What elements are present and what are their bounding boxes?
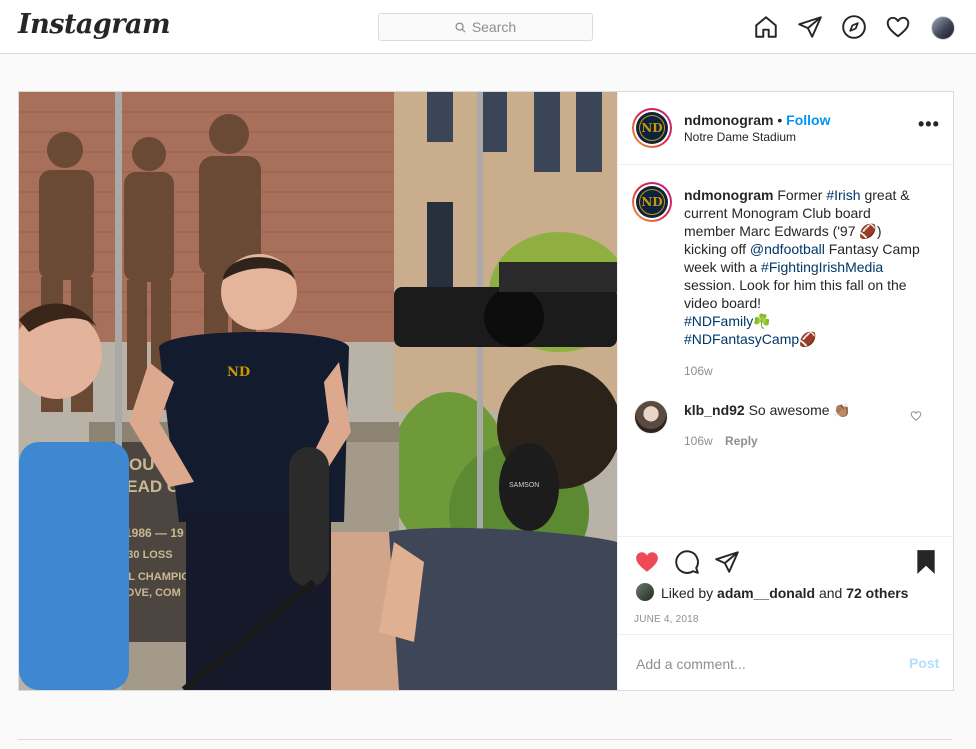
caption-author-avatar[interactable]: ND bbox=[632, 182, 672, 222]
author-avatar[interactable]: ND bbox=[632, 108, 672, 148]
hashtag-link[interactable]: #NDFantasyCamp bbox=[684, 331, 799, 347]
caption-text: ☘️ bbox=[753, 313, 771, 329]
comment-timestamp[interactable]: 106w bbox=[684, 434, 713, 448]
comment-meta: 106w Reply bbox=[684, 434, 758, 448]
headphone-text: SAMSON bbox=[509, 482, 539, 489]
follow-button[interactable]: Follow bbox=[786, 112, 830, 128]
direct-icon[interactable] bbox=[797, 14, 823, 40]
comment-input[interactable] bbox=[634, 653, 888, 675]
nd-monogram-logo: ND bbox=[636, 112, 668, 144]
comment-username[interactable]: klb_nd92 bbox=[684, 402, 745, 418]
author-username[interactable]: ndmonogram bbox=[684, 112, 773, 128]
caption-username[interactable]: ndmonogram bbox=[684, 187, 773, 203]
post-card: OU HO HEAD COA 1986 — 19 100 W S, 30 LOS… bbox=[18, 91, 954, 691]
saved-bookmark-icon[interactable] bbox=[914, 549, 938, 575]
likes-summary: Liked by adam__donald and 72 others bbox=[661, 585, 908, 601]
comment: klb_nd92 So awesome 👏🏽 bbox=[684, 402, 851, 419]
svg-text:ND: ND bbox=[227, 365, 250, 380]
top-navigation-bar: Instagram Search bbox=[0, 0, 976, 54]
search-icon bbox=[455, 21, 466, 33]
add-comment-section: Post bbox=[618, 634, 953, 690]
comment-icon[interactable] bbox=[674, 549, 700, 575]
likes-prefix: Liked by bbox=[661, 585, 718, 601]
liker-avatar[interactable] bbox=[636, 583, 654, 601]
footer-divider bbox=[18, 739, 952, 740]
share-icon[interactable] bbox=[714, 549, 740, 575]
header-line: ndmonogram • Follow bbox=[684, 112, 830, 128]
reply-button[interactable]: Reply bbox=[725, 434, 758, 448]
mention-link[interactable]: @ndfootball bbox=[750, 241, 825, 257]
post-side-panel: ND ndmonogram • Follow Notre Dame Stadiu… bbox=[617, 92, 953, 690]
liker-username[interactable]: adam__donald bbox=[717, 585, 815, 601]
likes-middle: and bbox=[815, 585, 847, 601]
caption-text: 🏈 bbox=[799, 331, 817, 347]
post-image: OU HO HEAD COA 1986 — 19 100 W S, 30 LOS… bbox=[19, 92, 617, 690]
post-header: ND ndmonogram • Follow Notre Dame Stadiu… bbox=[618, 92, 953, 165]
instagram-logo[interactable]: Instagram bbox=[18, 9, 171, 40]
post-comment-button[interactable]: Post bbox=[909, 655, 939, 671]
post-actions: Liked by adam__donald and 72 others JUNE… bbox=[618, 536, 953, 635]
caption-timestamp[interactable]: 106w bbox=[684, 364, 713, 378]
plaque-text-3: 1986 — 19 bbox=[125, 526, 184, 540]
profile-avatar[interactable] bbox=[931, 16, 955, 40]
others-link[interactable]: 72 others bbox=[846, 585, 908, 601]
hashtag-link[interactable]: #NDFamily bbox=[684, 313, 753, 329]
home-icon[interactable] bbox=[753, 14, 779, 40]
liked-heart-icon[interactable] bbox=[634, 549, 660, 575]
header-separator: • bbox=[773, 112, 787, 128]
post-caption: ndmonogram Former #Irish great & current… bbox=[684, 186, 924, 348]
caption-text: session. Look for him this fall on the v… bbox=[684, 277, 907, 311]
post-photo[interactable]: OU HO HEAD COA 1986 — 19 100 W S, 30 LOS… bbox=[19, 92, 617, 690]
like-comment-heart-icon[interactable] bbox=[910, 410, 922, 422]
comment-text: So awesome 👏🏽 bbox=[744, 402, 851, 418]
hashtag-link[interactable]: #Irish bbox=[826, 187, 860, 203]
post-date[interactable]: JUNE 4, 2018 bbox=[634, 614, 699, 625]
explore-icon[interactable] bbox=[841, 14, 867, 40]
caption-text: Former bbox=[773, 187, 827, 203]
post-location[interactable]: Notre Dame Stadium bbox=[684, 130, 796, 144]
more-options-icon[interactable]: ••• bbox=[918, 114, 940, 135]
hashtag-link[interactable]: #FightingIrishMedia bbox=[761, 259, 883, 275]
search-input[interactable]: Search bbox=[378, 13, 593, 41]
commenter-avatar[interactable] bbox=[634, 400, 668, 434]
activity-heart-icon[interactable] bbox=[885, 14, 911, 40]
comments-section: ND ndmonogram Former #Irish great & curr… bbox=[618, 164, 953, 536]
search-placeholder: Search bbox=[471, 19, 517, 35]
nd-monogram-logo: ND bbox=[636, 186, 668, 218]
